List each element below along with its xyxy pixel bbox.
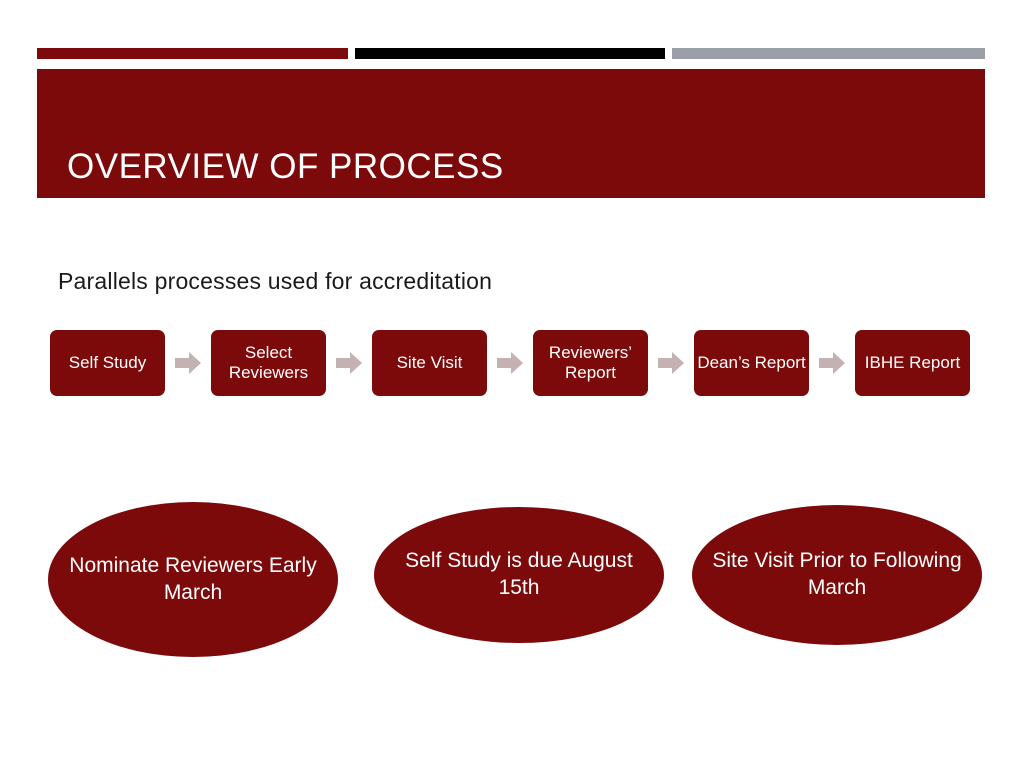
flow-step-label: Self Study [68,353,147,373]
milestone-label: Self Study is due August 15th [405,549,633,599]
subtitle-text: Parallels processes used for accreditati… [58,268,493,294]
flow-step-label: IBHE Report [864,353,961,373]
milestone-self-study-due[interactable]: Self Study is due August 15th [374,507,664,643]
flow-step-ibhe-report[interactable]: IBHE Report [855,330,970,396]
flow-step-reviewers-report[interactable]: Reviewers’ Report [533,330,648,396]
flow-step-label: Reviewers’ Report [548,343,633,382]
flow-step-select-reviewers[interactable]: Select Reviewers [211,330,326,396]
decor-bar-black [355,48,665,59]
milestone-label: Site Visit Prior to Following March [712,549,962,599]
arrow-right-icon [487,350,533,376]
arrow-right-icon [165,350,211,376]
arrow-right-icon [809,350,855,376]
decor-bar-red [37,48,348,59]
milestone-nominate-reviewers[interactable]: Nominate Reviewers Early March [48,502,338,657]
title-band: OVERVIEW OF PROCESS [37,69,985,198]
milestone-site-visit[interactable]: Site Visit Prior to Following March [692,505,982,645]
flow-step-deans-report[interactable]: Dean’s Report [694,330,809,396]
milestone-label: Nominate Reviewers Early March [69,553,317,604]
flow-step-label: Site Visit [396,353,463,373]
process-flow: Self Study Select Reviewers Site Visit R… [50,330,976,396]
arrow-right-icon [648,350,694,376]
arrow-right-icon [326,350,372,376]
flow-step-label: Dean’s Report [697,353,806,373]
flow-step-self-study[interactable]: Self Study [50,330,165,396]
page-title: OVERVIEW OF PROCESS [67,147,504,186]
flow-step-site-visit[interactable]: Site Visit [372,330,487,396]
decor-bar-gray [672,48,985,59]
flow-step-label: Select Reviewers [228,343,309,382]
